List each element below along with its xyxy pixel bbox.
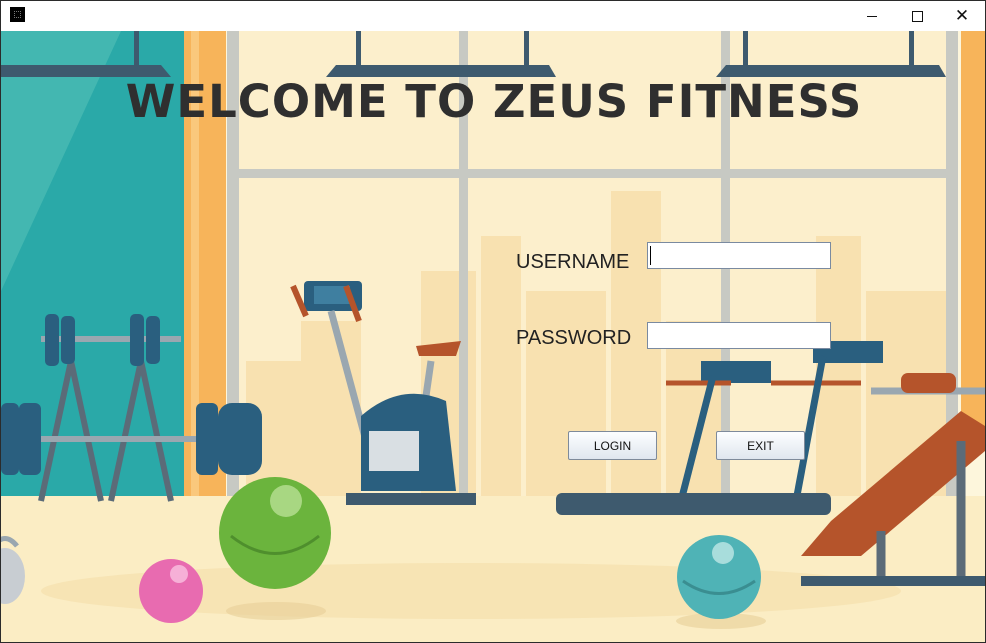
title-bar: ✕ (1, 1, 985, 31)
username-input[interactable] (647, 242, 831, 269)
login-button[interactable]: LOGIN (568, 431, 657, 460)
password-input[interactable] (647, 322, 831, 349)
exit-button[interactable]: EXIT (716, 431, 805, 460)
app-icon (10, 7, 25, 22)
username-label: USERNAME (516, 251, 630, 273)
login-panel: WELCOME TO ZEUS FITNESS USERNAME PASSWOR… (1, 31, 985, 642)
maximize-icon[interactable] (894, 1, 940, 31)
app-window: ✕ WELCOME TO ZEUS FITNESS USERNAME PASSW… (0, 0, 986, 643)
minimize-icon[interactable] (849, 1, 895, 31)
close-icon[interactable]: ✕ (939, 1, 985, 31)
text-caret (650, 246, 651, 265)
password-label: PASSWORD (516, 327, 632, 349)
welcome-heading: WELCOME TO ZEUS FITNESS (125, 75, 863, 128)
